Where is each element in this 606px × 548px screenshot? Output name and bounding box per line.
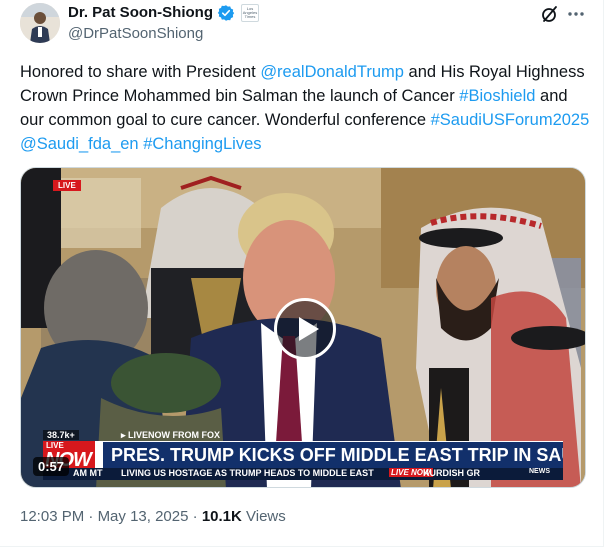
affiliation-badge-text: Los Angeles Times [242, 6, 258, 19]
views-label: Views [241, 508, 286, 525]
video-duration: 0:57 [33, 457, 70, 476]
hashtag-link[interactable]: #SaudiUSForum2025 [431, 111, 590, 129]
crawl-text: LIVING US HOSTAGE AS TRUMP HEADS TO MIDD… [121, 468, 374, 478]
play-button[interactable] [274, 298, 336, 360]
author-handle[interactable]: @DrPatSoonShiong [68, 25, 203, 43]
video-player[interactable]: LIVE 38.7k+ ▸ LIVENOW FROM FOX PRES. TRU… [20, 167, 586, 488]
mention-link[interactable]: @realDonaldTrump [260, 63, 404, 81]
tweet-time[interactable]: 12:03 PM [20, 508, 84, 525]
live-tag: LIVE [53, 180, 81, 191]
viewer-count: 38.7k+ [43, 430, 79, 440]
meta-separator: · [84, 508, 98, 525]
mention-link[interactable]: @Saudi_fda_en [20, 135, 139, 153]
crawl-time: AM MT [73, 468, 103, 478]
news-headline: PRES. TRUMP KICKS OFF MIDDLE EAST TRIP I… [103, 442, 563, 468]
author-name-row: Dr. Pat Soon-Shiong Los Angeles Times [68, 4, 259, 22]
tweet-card: Dr. Pat Soon-Shiong Los Angeles Times @D… [0, 0, 604, 547]
views-count[interactable]: 10.1K [202, 508, 242, 525]
tweet-date[interactable]: May 13, 2025 [98, 508, 189, 525]
hashtag-link[interactable]: #Bioshield [459, 87, 535, 105]
news-tag: NEWS [529, 468, 550, 475]
more-horizontal-icon[interactable] [566, 4, 586, 24]
crawl-text-secondary: KURDISH GR [423, 468, 481, 478]
meta-separator: · [188, 508, 202, 525]
author-display-name[interactable]: Dr. Pat Soon-Shiong [68, 4, 213, 22]
livenow-from-label: ▸ LIVENOW FROM FOX [121, 430, 221, 440]
avatar[interactable] [20, 3, 60, 43]
play-icon [299, 317, 319, 341]
verified-badge-icon[interactable] [217, 4, 235, 22]
grok-icon[interactable] [540, 4, 560, 24]
hashtag-link[interactable]: #ChangingLives [143, 135, 261, 153]
tweet-meta: 12:03 PM · May 13, 2025 · 10.1K Views [20, 507, 286, 527]
tweet-text-segment: Honored to share with President [20, 63, 261, 81]
affiliation-badge[interactable]: Los Angeles Times [241, 4, 259, 22]
tweet-text: Honored to share with President @realDon… [20, 60, 590, 156]
